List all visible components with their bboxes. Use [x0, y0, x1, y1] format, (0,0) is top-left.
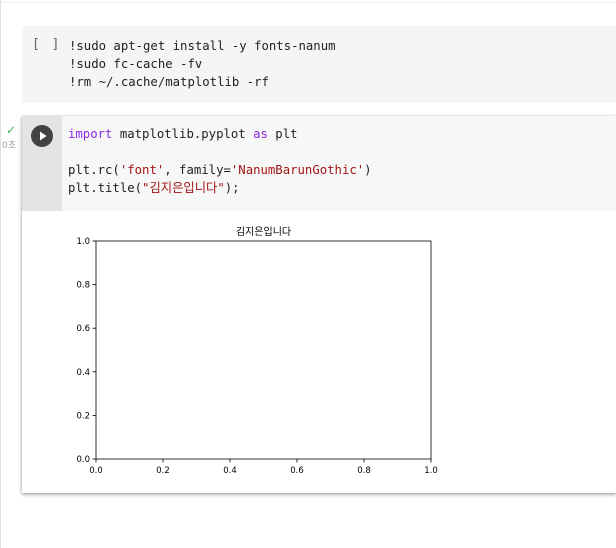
keyword-token: import	[68, 127, 113, 141]
run-cell-button[interactable]	[31, 125, 53, 147]
y-tick-label: 0.2	[76, 411, 90, 421]
cell-output: 김지은입니다 0.0 0.2 0.4 0.6 0.8 1.0 0.0 0.2 0.4 0.6 0.…	[62, 211, 616, 493]
string-token: 'font'	[119, 163, 165, 177]
code-line-1: import matplotlib.pyplot as plt	[68, 125, 372, 143]
code-token: plt.rc(	[68, 163, 120, 177]
cell-2-code: import matplotlib.pyplot as plt plt.rc('…	[68, 125, 372, 197]
y-tick-label: 0.6	[76, 324, 90, 334]
y-tick-label: 1.0	[76, 237, 90, 247]
play-icon	[40, 131, 47, 141]
code-line: !sudo fc-cache -fv	[69, 57, 203, 71]
cell-gutter	[22, 116, 62, 211]
string-token: 'NanumBarunGothic'	[230, 163, 365, 177]
code-cell-1[interactable]: [ ] !sudo apt-get install -y fonts-nanum…	[22, 26, 616, 103]
cell-1-code[interactable]: !sudo apt-get install -y fonts-nanum !sud…	[69, 37, 336, 91]
code-line-4: plt.title("김지은입니다");	[68, 179, 372, 197]
string-token: "김지은입니다"	[142, 181, 225, 195]
axes-frame	[95, 240, 432, 460]
code-token: );	[224, 181, 240, 195]
x-tick-label: 0.2	[156, 466, 170, 476]
keyword-token: as	[253, 127, 268, 141]
x-tick-label: 0.0	[89, 466, 103, 476]
execution-time: 0초	[2, 141, 17, 151]
chart-title: 김지은입니다	[236, 225, 291, 238]
x-tick-label: 0.6	[290, 466, 304, 476]
y-tick-label: 0.0	[76, 455, 90, 465]
y-axis: 0.0 0.2 0.4 0.6 0.8 1.0	[76, 237, 96, 465]
x-axis: 0.0 0.2 0.4 0.6 0.8 1.0	[89, 459, 438, 476]
code-token: plt	[267, 127, 298, 141]
x-tick-label: 0.4	[223, 466, 237, 476]
code-token: )	[364, 163, 372, 177]
cell-2-editor[interactable]: import matplotlib.pyplot as plt plt.rc('…	[62, 116, 616, 211]
code-cell-2[interactable]: import matplotlib.pyplot as plt plt.rc('…	[22, 116, 616, 493]
code-token: matplotlib.pyplot	[112, 127, 254, 141]
code-line: !sudo apt-get install -y fonts-nanum	[69, 39, 336, 53]
code-line: !rm ~/.cache/matplotlib -rf	[69, 75, 269, 89]
code-token: , family=	[164, 163, 231, 177]
x-tick-label: 1.0	[424, 466, 438, 476]
execution-count-bracket: [ ]	[32, 37, 62, 52]
notebook-top-border	[0, 2, 616, 3]
matplotlib-figure: 김지은입니다 0.0 0.2 0.4 0.6 0.8 1.0 0.00.20.40.60.…	[76, 225, 438, 476]
code-line-3: plt.rc('font', family='NanumBarunGothic'…	[68, 161, 372, 179]
x-tick-label: 0.8	[357, 466, 371, 476]
y-tick-label: 0.8	[76, 281, 90, 291]
code-token: plt.title(	[68, 181, 143, 195]
check-icon: ✓	[6, 123, 17, 137]
notebook-left-border	[0, 0, 1, 548]
y-tick-label: 0.4	[76, 368, 90, 378]
